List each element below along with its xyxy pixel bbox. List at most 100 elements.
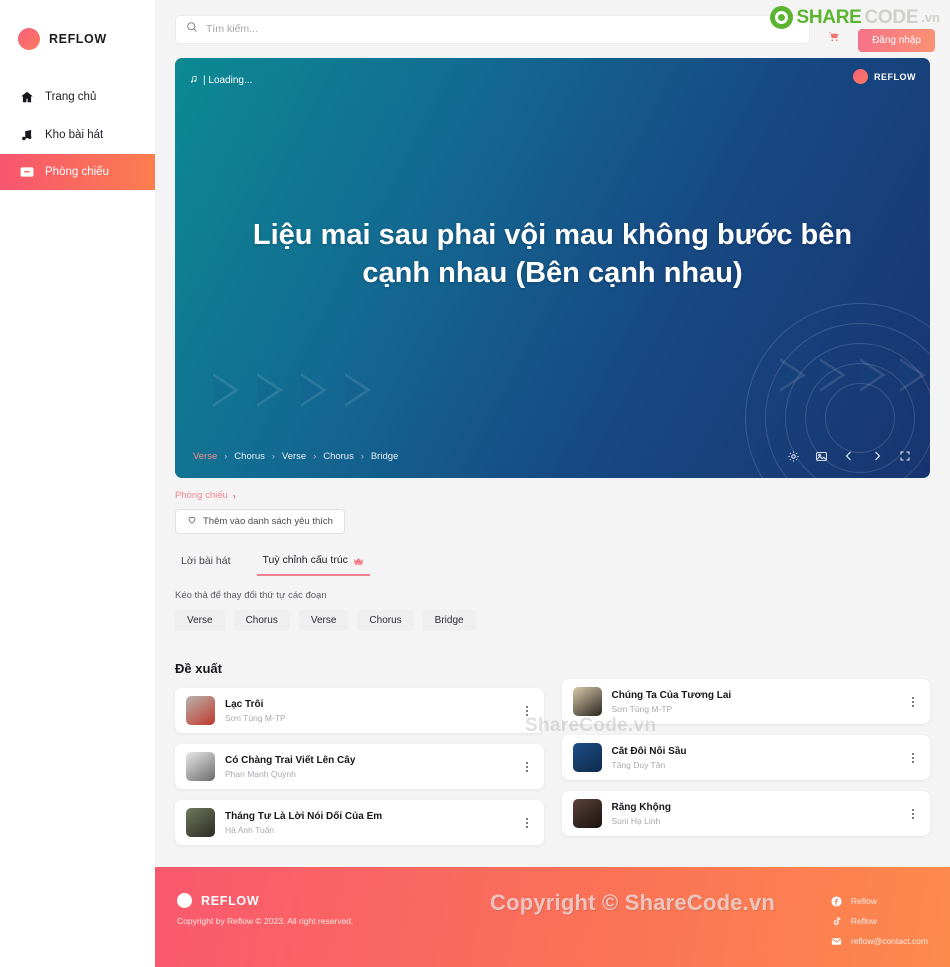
tiktok-icon bbox=[831, 915, 843, 927]
decor-triangles-left bbox=[213, 373, 375, 407]
suggestion-card[interactable]: Cắt Đôi Nỗi Sầu Tăng Duy Tân bbox=[561, 735, 930, 780]
footer-link-label: Reflow bbox=[850, 896, 877, 906]
album-thumbnail bbox=[186, 696, 215, 725]
footer-link-label: Reflow bbox=[850, 916, 877, 926]
music-note-icon bbox=[19, 128, 34, 143]
structure-segment-verse-0[interactable]: Verse bbox=[193, 451, 217, 462]
fullscreen-icon[interactable] bbox=[898, 449, 912, 463]
search-input[interactable] bbox=[206, 23, 799, 35]
footer-link-label: reflow@contact.com bbox=[850, 936, 928, 946]
add-to-favorites-label: Thêm vào danh sách yêu thích bbox=[203, 516, 333, 527]
tab-label: Lời bài hát bbox=[181, 555, 231, 567]
song-title: Lạc Trôi bbox=[225, 698, 264, 710]
player-brand-badge: REFLOW bbox=[853, 69, 916, 84]
sidebar-item-trang-chu[interactable]: Trang chủ bbox=[0, 78, 155, 116]
sidebar: REFLOW Trang chủ Kho bài hát Phòng chiếu bbox=[0, 0, 155, 967]
player-status: | Loading... bbox=[189, 71, 252, 89]
player-controls bbox=[786, 449, 912, 463]
structure-segment-chorus-3[interactable]: Chorus bbox=[323, 451, 354, 462]
chevron-right-icon: › bbox=[232, 490, 236, 501]
brand-logo-icon bbox=[177, 893, 192, 908]
player-control-bar: Verse › Chorus › Verse › Chorus › Bridge bbox=[175, 434, 930, 478]
footer-copyright: Copyright by Reflow © 2023. All right re… bbox=[177, 916, 354, 926]
next-icon[interactable] bbox=[870, 449, 884, 463]
song-artist: Hà Anh Tuấn bbox=[225, 824, 275, 835]
album-thumbnail bbox=[572, 687, 602, 716]
album-thumbnail bbox=[186, 752, 215, 781]
tab-loi-bai-hat[interactable]: Lời bài hát bbox=[175, 550, 237, 576]
breadcrumb-label[interactable]: Phòng chiếu bbox=[175, 490, 228, 501]
footer-link-facebook[interactable]: Reflow bbox=[831, 895, 928, 907]
mail-icon bbox=[831, 935, 843, 947]
more-vertical-icon[interactable] bbox=[521, 760, 533, 774]
music-note-icon bbox=[189, 71, 198, 89]
settings-icon[interactable] bbox=[786, 449, 800, 463]
topbar: Đăng nhập bbox=[155, 0, 950, 58]
app-root: REFLOW Trang chủ Kho bài hát Phòng chiếu bbox=[0, 0, 950, 967]
suggestion-card[interactable]: Lạc Trôi Sơn Tùng M-TP bbox=[175, 688, 544, 733]
login-button[interactable]: Đăng nhập bbox=[858, 29, 935, 52]
structure-chip-verse-0[interactable]: Verse bbox=[175, 610, 225, 631]
video-player[interactable]: | Loading... REFLOW Liệu mai sau phai vộ… bbox=[175, 58, 930, 478]
structure-chips: Verse Chorus Verse Chorus Bridge bbox=[175, 610, 930, 631]
structure-hint: Kéo thả để thay đổi thứ tự các đoạn bbox=[175, 590, 327, 601]
suggestions-grid: Lạc Trôi Sơn Tùng M-TP Chúng Ta Của Tương … bbox=[175, 679, 930, 845]
footer-link-mail[interactable]: reflow@contact.com bbox=[831, 935, 928, 947]
structure-chip-bridge-4[interactable]: Bridge bbox=[422, 610, 476, 631]
structure-segment-bridge-4[interactable]: Bridge bbox=[371, 451, 398, 462]
more-vertical-icon[interactable] bbox=[521, 704, 533, 718]
structure-separator: › bbox=[360, 451, 364, 461]
album-thumbnail bbox=[572, 799, 602, 828]
sidebar-item-phong-chieu[interactable]: Phòng chiếu bbox=[0, 154, 155, 190]
breadcrumb[interactable]: Phòng chiếu › bbox=[175, 490, 930, 501]
player-song-title: Liệu mai sau phai vội mau không bước bên… bbox=[252, 219, 853, 290]
suggestion-card[interactable]: Có Chàng Trai Viết Lên Cây Phan Mạnh Quỳn… bbox=[175, 744, 544, 789]
footer-brand-block: REFLOW Copyright by Reflow © 2023. All r… bbox=[177, 893, 353, 967]
suggestions-title: Đề xuất bbox=[175, 661, 222, 676]
structure-segment-verse-2[interactable]: Verse bbox=[282, 451, 306, 462]
brand-logo-icon bbox=[853, 69, 868, 84]
footer-links: Reflow Reflow reflow@contact.com bbox=[831, 893, 928, 967]
image-icon[interactable] bbox=[814, 449, 828, 463]
more-vertical-icon[interactable] bbox=[907, 807, 919, 821]
sidebar-brand[interactable]: REFLOW bbox=[0, 12, 155, 56]
album-thumbnail bbox=[186, 808, 215, 837]
suggestion-card[interactable]: Tháng Tư Là Lời Nói Dối Của Em Hà Anh Tuấ… bbox=[175, 800, 544, 845]
suggestion-card-text: Tháng Tư Là Lời Nói Dối Của Em Hà Anh Tuấ… bbox=[225, 811, 511, 835]
crown-icon bbox=[353, 556, 364, 565]
more-vertical-icon[interactable] bbox=[521, 816, 533, 830]
sidebar-nav: Trang chủ Kho bài hát Phòng chiếu bbox=[0, 78, 155, 190]
suggestion-card-text: Răng Khộng Suni Hạ Linh bbox=[612, 802, 898, 826]
structure-chip-verse-2[interactable]: Verse bbox=[298, 610, 349, 631]
structure-chip-chorus-3[interactable]: Chorus bbox=[357, 610, 414, 631]
song-artist: Suni Hạ Linh bbox=[611, 815, 661, 826]
add-to-favorites-button[interactable]: Thêm vào danh sách yêu thích bbox=[175, 509, 345, 534]
structure-chip-chorus-1[interactable]: Chorus bbox=[233, 610, 290, 631]
tab-tuy-chinh-cau-truc[interactable]: Tuỳ chỉnh cấu trúc bbox=[256, 550, 370, 576]
search-bar[interactable] bbox=[175, 14, 810, 44]
suggestion-card[interactable]: Răng Khộng Suni Hạ Linh bbox=[561, 791, 930, 836]
sidebar-item-label: Phòng chiếu bbox=[45, 166, 109, 178]
song-title: Cắt Đôi Nỗi Sầu bbox=[611, 745, 687, 757]
prev-icon[interactable] bbox=[842, 449, 856, 463]
footer-link-tiktok[interactable]: Reflow bbox=[831, 915, 928, 927]
song-artist: Phan Mạnh Quỳnh bbox=[225, 768, 296, 779]
cart-icon[interactable] bbox=[827, 30, 840, 43]
more-vertical-icon[interactable] bbox=[907, 695, 919, 709]
song-artist: Sơn Tùng M-TP bbox=[225, 712, 286, 723]
heart-icon bbox=[187, 515, 197, 528]
screen-icon bbox=[19, 165, 34, 180]
structure-segment-chorus-1[interactable]: Chorus bbox=[234, 451, 265, 462]
content-tabs: Lời bài hát Tuỳ chỉnh cấu trúc bbox=[175, 550, 930, 576]
structure-separator: › bbox=[313, 451, 317, 461]
song-artist: Sơn Tùng M-TP bbox=[611, 703, 673, 714]
suggestion-card-text: Lạc Trôi Sơn Tùng M-TP bbox=[225, 699, 511, 723]
brand-name: REFLOW bbox=[49, 31, 107, 46]
tab-label: Tuỳ chỉnh cấu trúc bbox=[262, 554, 348, 566]
brand-logo-icon bbox=[18, 27, 40, 50]
suggestion-card[interactable]: Chúng Ta Của Tương Lai Sơn Tùng M-TP bbox=[561, 679, 930, 724]
sidebar-item-kho-bai-hat[interactable]: Kho bài hát bbox=[0, 116, 155, 154]
more-vertical-icon[interactable] bbox=[907, 751, 919, 765]
song-title: Có Chàng Trai Viết Lên Cây bbox=[225, 754, 356, 766]
song-artist: Tăng Duy Tân bbox=[611, 759, 666, 770]
